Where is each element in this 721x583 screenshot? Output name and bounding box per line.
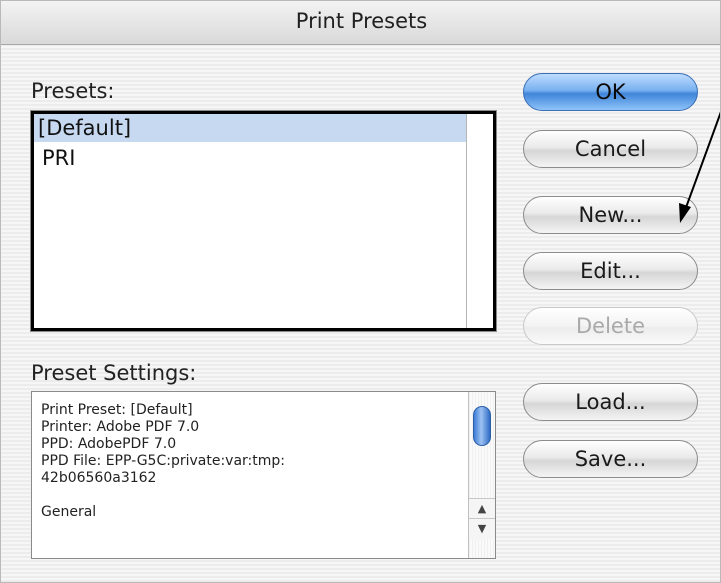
settings-line: Print Preset: [Default]: [41, 402, 193, 418]
load-button[interactable]: Load...: [523, 383, 698, 421]
presets-list: [Default] PRI: [34, 114, 466, 328]
scroll-down-arrow-icon[interactable]: ▼: [469, 518, 495, 539]
preset-settings-text: Print Preset: [Default] Printer: Adobe P…: [41, 402, 461, 521]
dialog-title: Print Presets: [295, 9, 428, 33]
scroll-thumb[interactable]: [473, 406, 491, 446]
cancel-button[interactable]: Cancel: [523, 130, 698, 168]
settings-line: Printer: Adobe PDF 7.0: [41, 419, 200, 435]
scroll-up-arrow-icon[interactable]: ▲: [469, 498, 495, 519]
presets-listbox[interactable]: [Default] PRI: [30, 110, 497, 332]
presets-scrollbar[interactable]: [466, 114, 493, 328]
preset-settings-box: Print Preset: [Default] Printer: Adobe P…: [31, 391, 496, 559]
settings-scrollbar[interactable]: ▲ ▼: [468, 392, 495, 558]
new-button[interactable]: New...: [523, 196, 698, 234]
save-button[interactable]: Save...: [523, 440, 698, 478]
settings-line: PPD File: EPP-G5C:private:var:tmp:: [41, 453, 285, 469]
settings-line: 42b06560a3162: [41, 470, 157, 486]
preset-item-default[interactable]: [Default]: [34, 114, 466, 142]
print-presets-dialog: Print Presets Presets: [Default] PRI Pre…: [0, 0, 721, 583]
presets-label: Presets:: [31, 79, 115, 103]
preset-settings-label: Preset Settings:: [31, 361, 197, 385]
preset-item-label: PRI: [42, 144, 112, 172]
settings-line: General: [41, 504, 97, 520]
title-bar: Print Presets: [1, 1, 720, 45]
delete-button[interactable]: Delete: [523, 307, 698, 345]
settings-line: [41, 487, 461, 504]
settings-line: PPD: AdobePDF 7.0: [41, 436, 177, 452]
preset-item-pri[interactable]: PRI: [34, 142, 466, 172]
edit-button[interactable]: Edit...: [523, 252, 698, 290]
ok-button[interactable]: OK: [523, 73, 698, 111]
preset-item-label: [Default]: [38, 116, 132, 140]
